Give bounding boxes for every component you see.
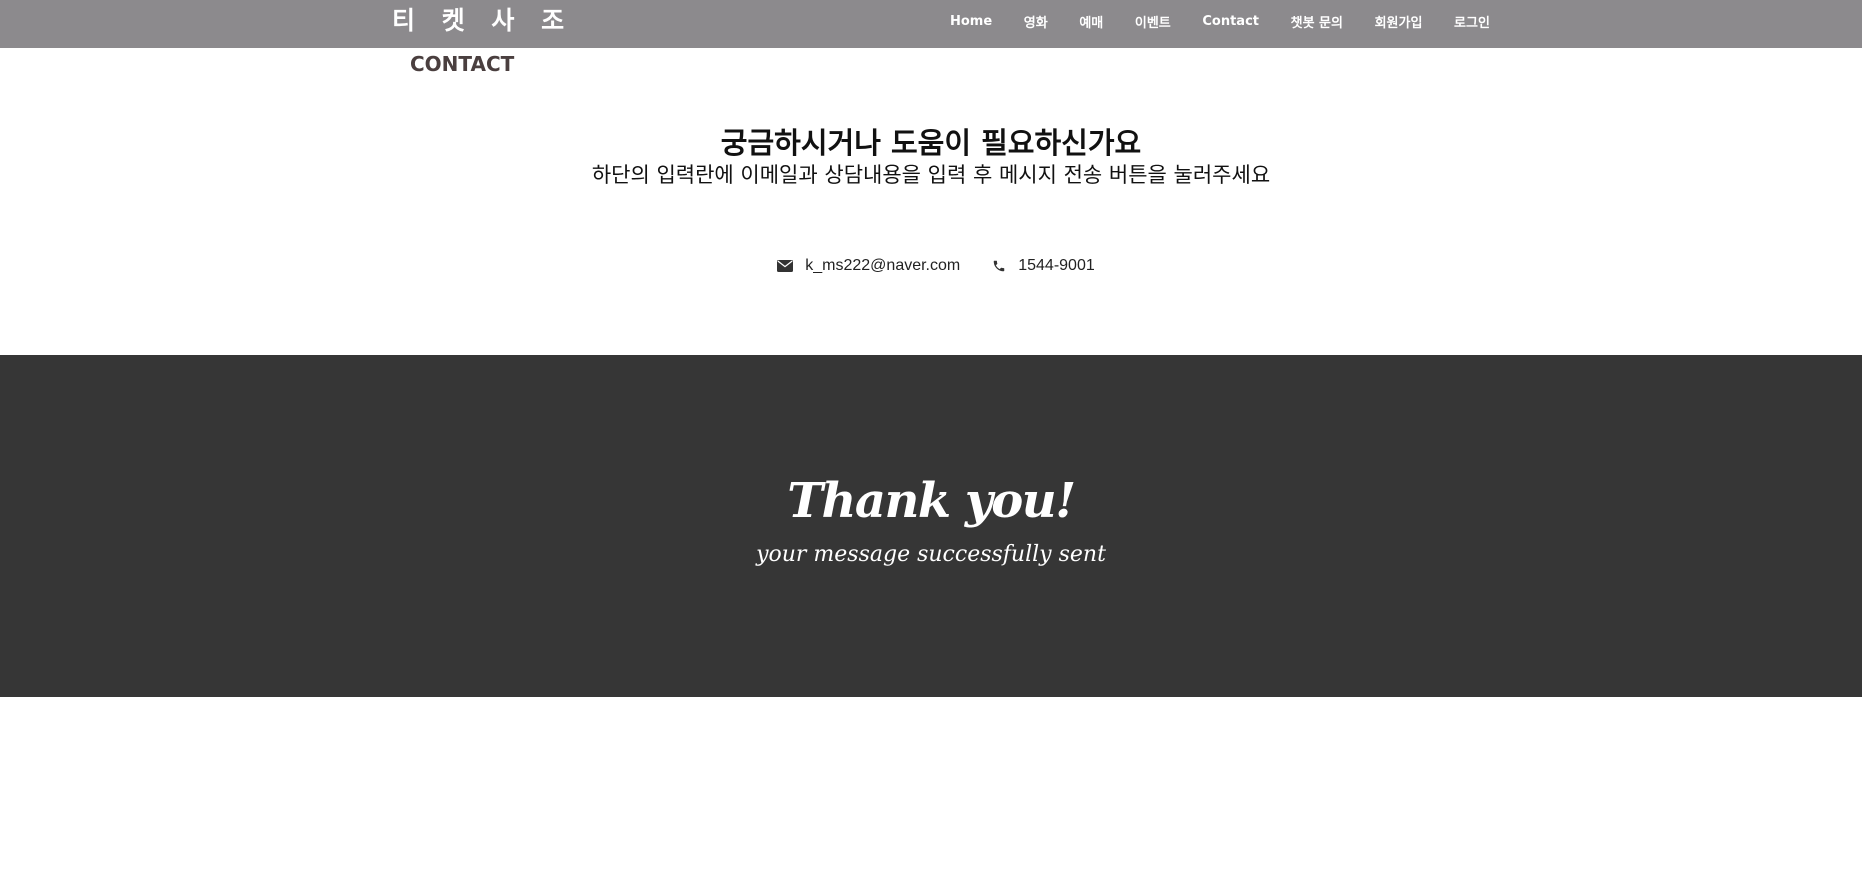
- main-nav: Home 영화 예매 이벤트 Contact 챗봇 문의 회원가입 로그인: [950, 0, 1490, 42]
- email-text[interactable]: k_ms222@naver.com: [805, 257, 960, 275]
- contact-info: k_ms222@naver.com 1544-9001: [0, 254, 1862, 278]
- help-heading: 궁금하시거나 도움이 필요하신가요: [720, 126, 1142, 160]
- nav-booking[interactable]: 예매: [1079, 12, 1103, 31]
- phone-text[interactable]: 1544-9001: [1018, 257, 1095, 275]
- site-logo[interactable]: 티 켓 사 조: [392, 2, 573, 40]
- page-title: CONTACT: [410, 52, 515, 76]
- envelope-icon: [777, 260, 794, 272]
- nav-chatbot[interactable]: 챗봇 문의: [1291, 12, 1343, 31]
- thank-you-message: your message successfully sent: [756, 542, 1106, 567]
- nav-events[interactable]: 이벤트: [1135, 12, 1171, 31]
- nav-contact[interactable]: Contact: [1202, 14, 1259, 29]
- phone-contact: 1544-9001: [992, 257, 1095, 275]
- nav-login[interactable]: 로그인: [1454, 12, 1490, 31]
- thank-you-banner: Thank you! your message successfully sen…: [0, 355, 1862, 697]
- top-navigation-bar: 티 켓 사 조 Home 영화 예매 이벤트 Contact 챗봇 문의 회원가…: [0, 0, 1862, 48]
- nav-home[interactable]: Home: [950, 14, 992, 29]
- help-instructions: 하단의 입력란에 이메일과 상담내용을 입력 후 메시지 전송 버튼을 눌러주세…: [591, 163, 1271, 187]
- email-contact: k_ms222@naver.com: [777, 257, 960, 275]
- thank-you-title: Thank you!: [787, 473, 1076, 529]
- phone-icon: [992, 259, 1006, 273]
- nav-signup[interactable]: 회원가입: [1375, 12, 1423, 31]
- nav-movies[interactable]: 영화: [1024, 12, 1048, 31]
